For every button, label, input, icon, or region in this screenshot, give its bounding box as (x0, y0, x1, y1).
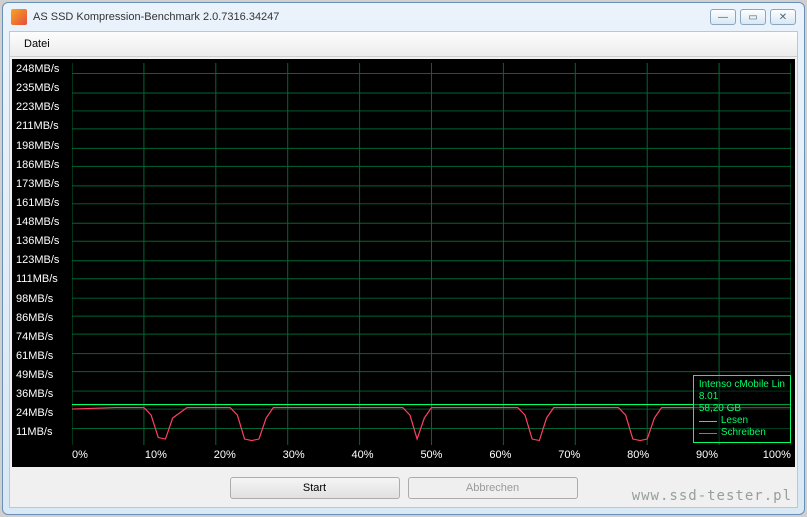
x-tick: 90% (692, 449, 722, 463)
y-tick: 148MB/s (16, 216, 59, 235)
app-window: AS SSD Kompression-Benchmark 2.0.7316.34… (2, 2, 805, 515)
y-tick: 123MB/s (16, 254, 59, 273)
x-tick: 40% (348, 449, 378, 463)
plot (72, 63, 791, 445)
y-tick: 136MB/s (16, 235, 59, 254)
x-tick: 80% (623, 449, 653, 463)
close-button[interactable]: ✕ (770, 9, 796, 25)
y-tick: 235MB/s (16, 82, 59, 101)
legend: Intenso cMobile Lin 8.01 58,20 GB Lesen … (693, 375, 791, 443)
x-tick: 0% (72, 449, 102, 463)
legend-read-swatch (699, 421, 717, 422)
minimize-button[interactable]: — (710, 9, 736, 25)
y-tick: 223MB/s (16, 101, 59, 120)
y-tick: 49MB/s (16, 369, 59, 388)
legend-write: Schreiben (699, 427, 785, 439)
legend-capacity: 58,20 GB (699, 403, 785, 415)
legend-device: Intenso cMobile Lin (699, 379, 785, 391)
x-tick: 60% (485, 449, 515, 463)
x-axis-labels: 0% 10% 20% 30% 40% 50% 60% 70% 80% 90% 100% (72, 449, 791, 463)
window-title: AS SSD Kompression-Benchmark 2.0.7316.34… (33, 11, 710, 23)
menubar: Datei (10, 32, 797, 57)
client-area: Datei 248MB/s235MB/s223MB/s211MB/s198MB/… (9, 31, 798, 508)
start-button[interactable]: Start (230, 477, 400, 499)
y-tick: 211MB/s (16, 120, 59, 139)
legend-write-swatch (699, 433, 717, 434)
x-tick: 10% (141, 449, 171, 463)
maximize-button[interactable]: ▭ (740, 9, 766, 25)
button-row: Start Abbrechen (10, 469, 797, 507)
y-tick: 24MB/s (16, 407, 59, 426)
x-tick: 70% (554, 449, 584, 463)
chart-svg (72, 63, 791, 445)
chart-area: 248MB/s235MB/s223MB/s211MB/s198MB/s186MB… (12, 59, 795, 467)
y-tick: 11MB/s (16, 426, 59, 445)
y-tick: 161MB/s (16, 197, 59, 216)
window-buttons: — ▭ ✕ (710, 9, 796, 25)
x-tick: 20% (210, 449, 240, 463)
y-tick: 111MB/s (16, 273, 59, 292)
y-tick: 248MB/s (16, 63, 59, 82)
y-tick: 61MB/s (16, 350, 59, 369)
x-tick: 50% (416, 449, 446, 463)
legend-read: Lesen (699, 415, 785, 427)
y-tick: 36MB/s (16, 388, 59, 407)
y-tick: 86MB/s (16, 312, 59, 331)
y-tick: 186MB/s (16, 159, 59, 178)
y-tick: 98MB/s (16, 293, 59, 312)
x-tick: 30% (279, 449, 309, 463)
y-tick: 74MB/s (16, 331, 59, 350)
y-axis-labels: 248MB/s235MB/s223MB/s211MB/s198MB/s186MB… (16, 59, 59, 467)
titlebar: AS SSD Kompression-Benchmark 2.0.7316.34… (3, 3, 804, 31)
abort-button: Abbrechen (408, 477, 578, 499)
y-tick: 198MB/s (16, 140, 59, 159)
x-tick: 100% (761, 449, 791, 463)
y-tick: 173MB/s (16, 178, 59, 197)
legend-firmware: 8.01 (699, 391, 785, 403)
app-icon (11, 9, 27, 25)
menu-datei[interactable]: Datei (18, 36, 56, 52)
